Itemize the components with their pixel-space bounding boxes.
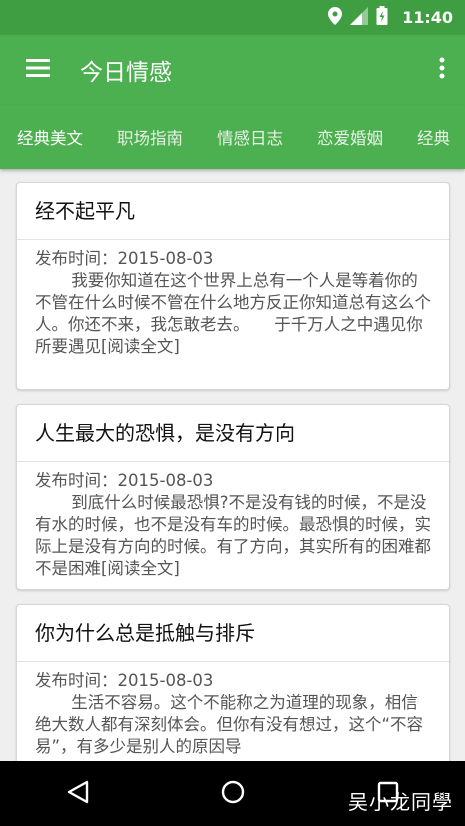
article-list[interactable]: 经不起平凡 发布时间：2015-08-03 我要你知道在这个世界上总有一个人是等… [0,169,465,761]
article-date: 发布时间：2015-08-03 [35,471,214,490]
location-icon [328,6,343,29]
article-body: 发布时间：2015-08-03 生活不容易。这个不能称之为道理的现象，相信绝大数… [17,662,449,758]
signal-icon [350,6,369,29]
home-button[interactable] [193,761,273,826]
status-time: 11:40 [402,8,453,27]
article-card[interactable]: 经不起平凡 发布时间：2015-08-03 我要你知道在这个世界上总有一个人是等… [16,182,450,390]
article-card[interactable]: 你为什么总是抵触与排斥 发布时间：2015-08-03 生活不容易。这个不能称之… [16,604,450,761]
article-body: 发布时间：2015-08-03 我要你知道在这个世界上总有一个人是等着你的不管在… [17,240,449,358]
watermark: 吴小龙同學 [348,790,453,814]
hamburger-menu-icon [26,59,50,81]
page-title: 今日情感 [80,60,172,86]
article-title: 人生最大的恐惧，是没有方向 [17,405,449,462]
battery-icon [376,6,388,29]
tab-love-marriage[interactable]: 恋爱婚姻 [300,105,400,169]
article-summary: 我要你知道在这个世界上总有一个人是等着你的不管在什么时候不管在什么地方反正你知道… [35,271,431,356]
overflow-menu-button[interactable] [419,35,465,105]
article-body: 发布时间：2015-08-03 到底什么时候最恐惧?不是没有钱的时候，不是没有水… [17,462,449,580]
article-summary: 生活不容易。这个不能称之为道理的现象，相信绝大数人都有深刻体会。但你有没有想过，… [35,693,424,756]
article-summary: 到底什么时候最恐惧?不是没有钱的时候，不是没有水的时候，也不是没有车的时候。最恐… [35,493,431,578]
tab-classic-essays[interactable]: 经典美文 [0,105,100,169]
article-title: 你为什么总是抵触与排斥 [17,605,449,662]
back-triangle-icon [67,780,89,808]
tab-emotion-diary[interactable]: 情感日志 [200,105,300,169]
tab-workplace-guide[interactable]: 职场指南 [100,105,200,169]
home-circle-icon [221,780,245,808]
back-button[interactable] [38,761,118,826]
article-title: 经不起平凡 [17,183,449,240]
app-bar: 今日情感 [0,35,465,105]
menu-button[interactable] [0,35,76,105]
category-tabs: 经典美文 职场指南 情感日志 恋爱婚姻 经典 [0,105,465,169]
tab-classic-more[interactable]: 经典 [400,105,465,169]
article-date: 发布时间：2015-08-03 [35,249,214,268]
article-date: 发布时间：2015-08-03 [35,671,214,690]
more-vert-icon [439,57,445,83]
article-card[interactable]: 人生最大的恐惧，是没有方向 发布时间：2015-08-03 到底什么时候最恐惧?… [16,404,450,590]
status-bar: 11:40 [0,0,465,35]
